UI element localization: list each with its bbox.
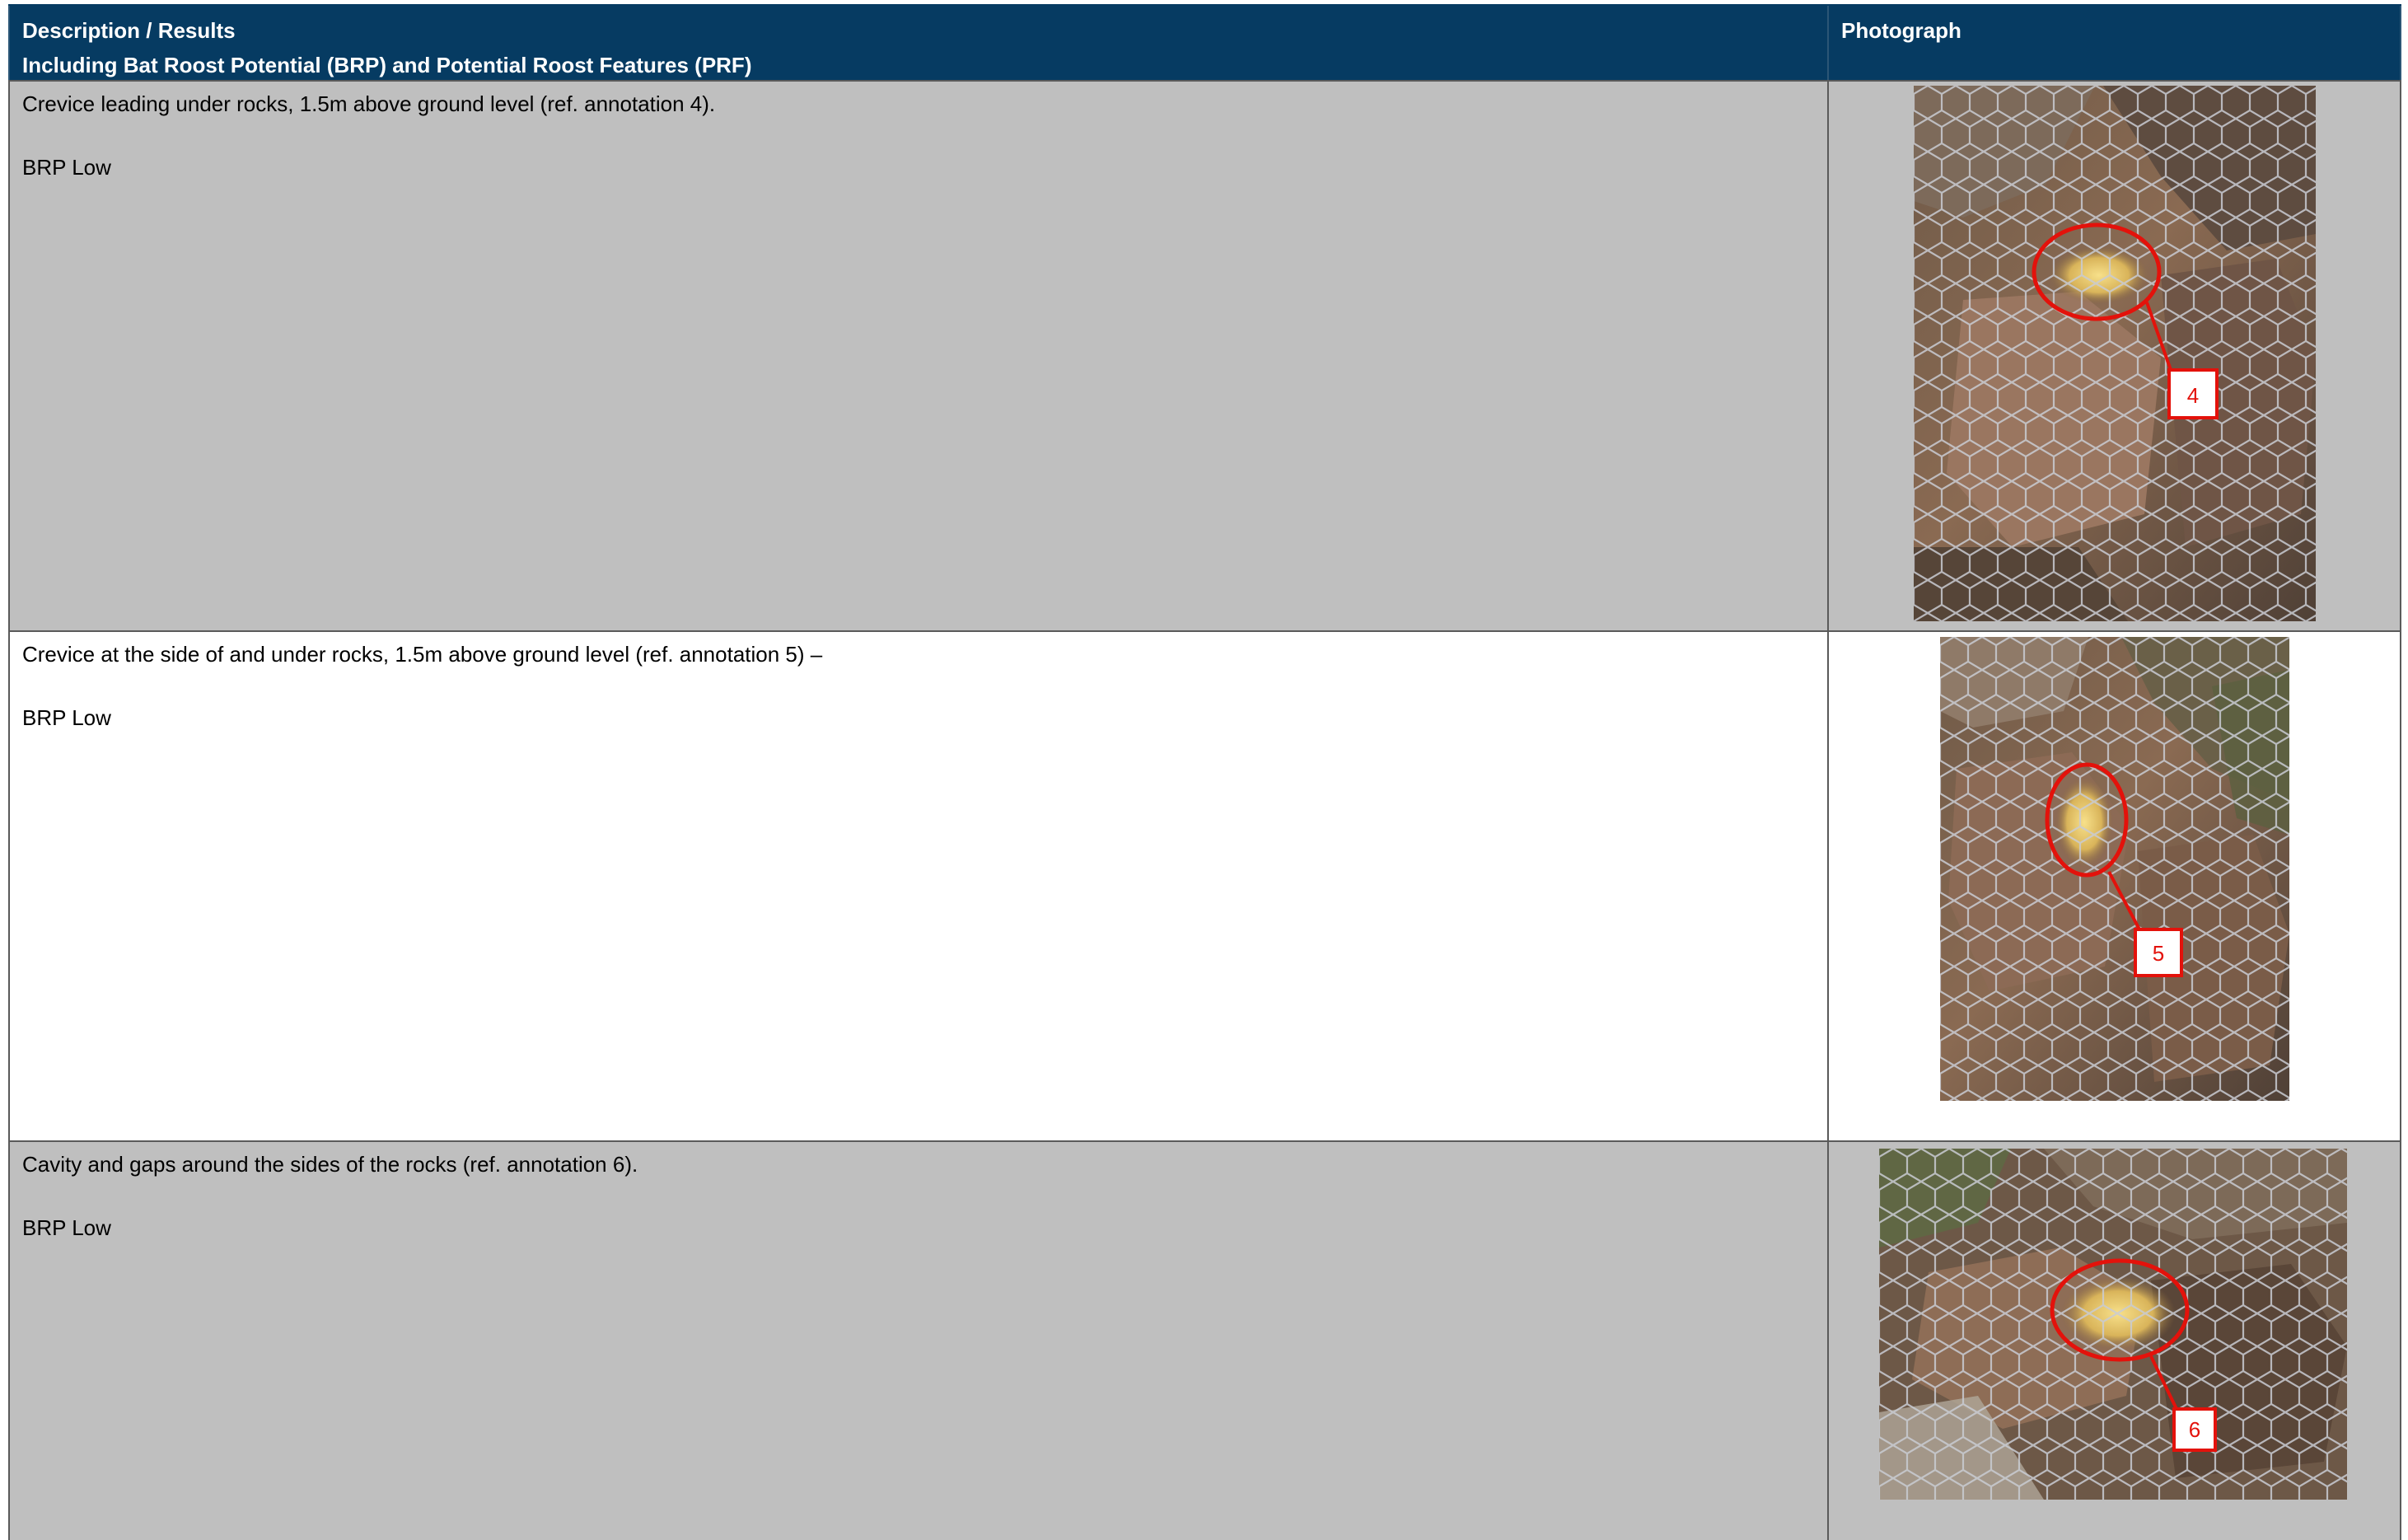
table-row: Cavity and gaps around the sides of the … (8, 1142, 2401, 1540)
rock-cavity-photo: 6 (1879, 1149, 2347, 1500)
rock-crevice-photo: 4 (1914, 86, 2316, 621)
table-row: Crevice leading under rocks, 1.5m above … (8, 82, 2401, 632)
description-cell: Crevice at the side of and under rocks, … (8, 632, 1829, 1140)
photograph-cell: 5 (1829, 632, 2401, 1140)
header-photograph-cell: Photograph (1829, 6, 2401, 80)
row-description: Crevice at the side of and under rocks, … (22, 642, 823, 667)
row-brp: BRP Low (22, 705, 111, 730)
row-brp: BRP Low (22, 155, 111, 180)
row-description: Crevice leading under rocks, 1.5m above … (22, 91, 716, 116)
header-photograph-title: Photograph (1841, 18, 1961, 43)
annotation-4-label: 4 (2187, 383, 2199, 408)
annotation-5-label: 5 (2153, 941, 2164, 966)
description-cell: Crevice leading under rocks, 1.5m above … (8, 82, 1829, 630)
survey-table: Description / Results Including Bat Roos… (8, 4, 2401, 1540)
table-row: Crevice at the side of and under rocks, … (8, 632, 2401, 1142)
photograph-cell: 6 (1829, 1142, 2401, 1540)
description-cell: Cavity and gaps around the sides of the … (8, 1142, 1829, 1540)
rock-crevice-photo: 5 (1940, 637, 2289, 1101)
photograph-cell: 4 (1829, 82, 2401, 630)
table-header: Description / Results Including Bat Roos… (8, 4, 2401, 82)
annotation-6-label: 6 (2189, 1417, 2200, 1442)
header-description-subtitle: Including Bat Roost Potential (BRP) and … (22, 53, 752, 77)
row-brp: BRP Low (22, 1215, 111, 1240)
row-description: Cavity and gaps around the sides of the … (22, 1152, 638, 1177)
header-description-title: Description / Results (22, 18, 236, 43)
header-description-cell: Description / Results Including Bat Roos… (8, 6, 1829, 80)
